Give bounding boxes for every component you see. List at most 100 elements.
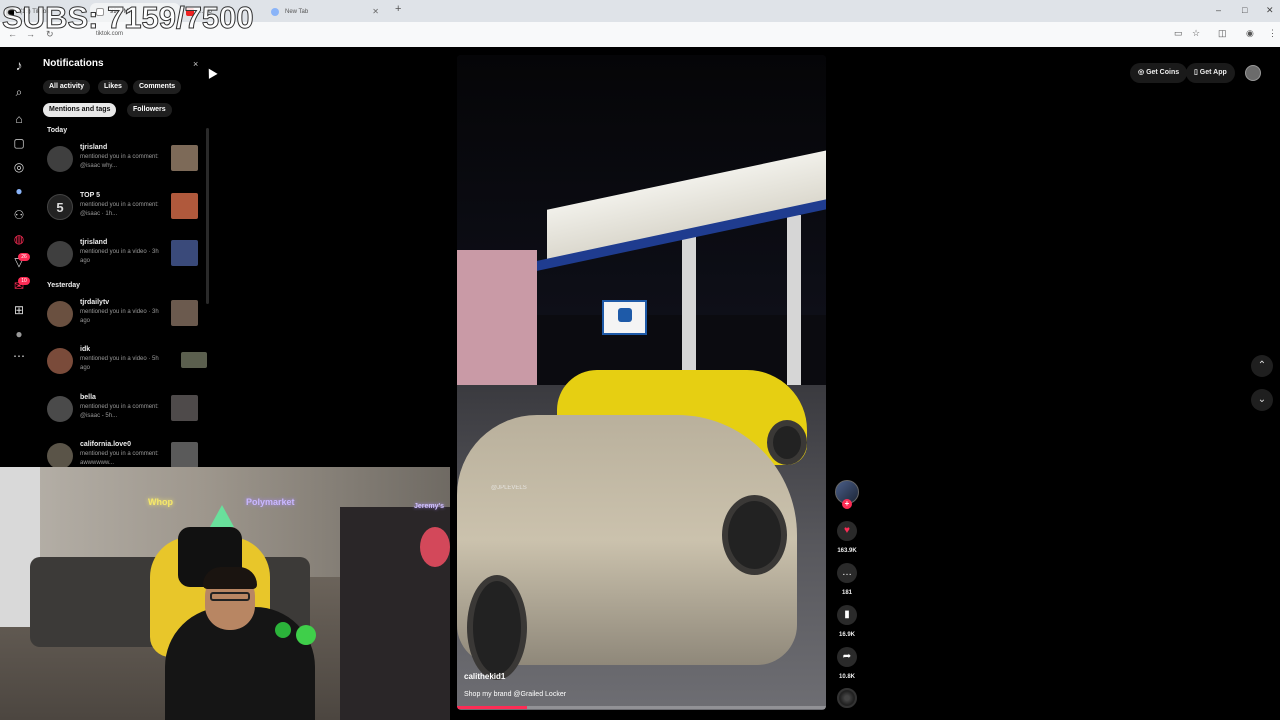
- webcam-neon-sign-far: Jeremy's: [414, 503, 445, 510]
- notifications-panel: Notifications × All activity Likes Comme…: [38, 47, 212, 467]
- new-tab-button[interactable]: +: [395, 3, 401, 15]
- bookmark-star-icon[interactable]: ☆: [1192, 28, 1200, 39]
- get-app-button[interactable]: ▯ Get App: [1186, 63, 1235, 83]
- video-chevron-sign: [602, 300, 647, 335]
- notification-thumbnail[interactable]: [171, 193, 198, 219]
- tiktok-logo-icon[interactable]: ♪: [10, 56, 28, 74]
- video-actions: + ♥ 163.9K … 181 ▮ 16.9K ➦ 10.8K: [832, 478, 862, 718]
- close-notifications-button[interactable]: ×: [193, 59, 198, 69]
- avatar: 5: [47, 194, 73, 220]
- notification-item[interactable]: tjrisland mentioned you in a video · 3h …: [47, 239, 199, 279]
- section-today: Today: [47, 127, 68, 134]
- save-count: 16.9K: [838, 632, 855, 638]
- notification-item[interactable]: california.love0 mentioned you in a comm…: [47, 441, 199, 467]
- more-icon[interactable]: ⋯: [10, 347, 28, 365]
- extensions-icon[interactable]: ◫: [1218, 28, 1227, 39]
- avatar: [47, 146, 73, 172]
- inbox-badge: 10: [18, 277, 30, 285]
- notification-text: mentioned you in a comment: @isaac why..…: [80, 154, 159, 169]
- comment-icon[interactable]: …: [837, 563, 857, 583]
- notifications-scrollbar[interactable]: [206, 128, 209, 304]
- notification-text: mentioned you in a video · 3h ago: [80, 309, 159, 324]
- video-wheel: [767, 420, 807, 465]
- notification-user: idk: [80, 346, 91, 353]
- avatar: [47, 348, 73, 374]
- like-icon[interactable]: ♥: [837, 521, 857, 541]
- webcam-balloon: [296, 625, 316, 645]
- video-author[interactable]: calithekid1: [464, 672, 505, 681]
- previous-video-button[interactable]: ⌃: [1251, 355, 1273, 377]
- tab-label: New Tab: [285, 9, 309, 15]
- notification-item[interactable]: 5 TOP 5 mentioned you in a comment: @isa…: [47, 192, 199, 232]
- video-caption[interactable]: Shop my brand @Grailed Locker: [464, 691, 566, 698]
- notification-text: mentioned you in a comment: @isaac - 5h.…: [80, 404, 159, 419]
- webcam-neon-sign-whop: Whop: [148, 497, 173, 507]
- notification-item[interactable]: tjrisland mentioned you in a comment: @i…: [47, 144, 199, 184]
- video-player[interactable]: @JPLEVELS calithekid1 Shop my brand @Gra…: [457, 55, 826, 710]
- filter-followers[interactable]: Followers: [127, 103, 172, 117]
- following-icon[interactable]: ⚇: [10, 206, 28, 224]
- filter-mentions-and-tags[interactable]: Mentions and tags: [43, 103, 117, 117]
- notification-item[interactable]: tjrdailytv mentioned you in a video · 3h…: [47, 299, 199, 339]
- notification-thumbnail[interactable]: [181, 352, 207, 368]
- profile-icon[interactable]: ●: [10, 325, 28, 343]
- section-yesterday: Yesterday: [47, 282, 81, 289]
- notification-item[interactable]: idk mentioned you in a video · 5h ago: [47, 346, 207, 386]
- video-progress-fill: [457, 706, 528, 709]
- subs-counter-overlay: SUBS: 7159/7500: [2, 0, 255, 36]
- avatar: [47, 443, 73, 467]
- like-count: 163.9K: [837, 548, 857, 554]
- account-icon[interactable]: ◉: [1246, 28, 1254, 39]
- notification-thumbnail[interactable]: [171, 442, 198, 467]
- webcam-balloon: [420, 527, 450, 567]
- close-tab-icon[interactable]: ✕: [372, 7, 379, 16]
- notification-user: TOP 5: [80, 192, 100, 199]
- get-coins-button[interactable]: ◎ Get Coins: [1130, 63, 1188, 83]
- friends-icon[interactable]: ◍: [10, 230, 28, 248]
- filter-all-activity[interactable]: All activity: [43, 80, 91, 94]
- webcam-balloon: [275, 622, 291, 638]
- bookmark-icon[interactable]: ▮: [837, 605, 857, 625]
- user-profile-avatar[interactable]: [1245, 65, 1261, 81]
- notification-thumbnail[interactable]: [171, 240, 198, 266]
- music-disc-icon[interactable]: [837, 688, 857, 708]
- maximize-button[interactable]: □: [1242, 5, 1247, 15]
- home-icon[interactable]: ⌂: [10, 110, 28, 128]
- minimize-button[interactable]: –: [1216, 5, 1221, 15]
- notification-item[interactable]: bella mentioned you in a comment: @isaac…: [47, 394, 199, 434]
- video-watermark: @JPLEVELS: [491, 485, 527, 491]
- explore-icon[interactable]: ◎: [10, 158, 28, 176]
- live-icon[interactable]: ●: [10, 182, 28, 200]
- shop-icon[interactable]: ▢: [10, 134, 28, 152]
- video-pillar: [787, 215, 801, 385]
- comment-count: 181: [841, 590, 852, 596]
- filter-comments[interactable]: Comments: [133, 80, 182, 94]
- next-video-button[interactable]: ⌄: [1251, 389, 1273, 411]
- video-pillar: [682, 235, 696, 385]
- notification-text: mentioned you in a comment: @isaac · 1h.…: [80, 202, 159, 217]
- upload-icon[interactable]: ⊞: [10, 301, 28, 319]
- get-app-label: Get App: [1199, 69, 1227, 76]
- follow-button[interactable]: +: [842, 499, 852, 509]
- notification-user: tjrdailytv: [80, 299, 110, 306]
- notification-thumbnail[interactable]: [171, 145, 198, 171]
- notification-thumbnail[interactable]: [171, 395, 198, 421]
- notification-text: mentioned you in a comment: awwwwww...: [80, 451, 159, 466]
- search-icon[interactable]: ⌕: [10, 83, 28, 101]
- install-icon[interactable]: ▭: [1174, 28, 1183, 39]
- share-count: 10.8K: [838, 674, 855, 680]
- video-building: [457, 250, 537, 400]
- get-coins-label: Get Coins: [1146, 69, 1180, 76]
- filter-likes[interactable]: Likes: [98, 80, 128, 94]
- webcam-neon-sign-polymarket: Polymarket: [246, 497, 295, 507]
- notification-user: tjrisland: [80, 144, 108, 151]
- video-progress-bar[interactable]: [457, 706, 826, 709]
- share-icon[interactable]: ➦: [837, 647, 857, 667]
- menu-icon[interactable]: ⋮: [1268, 28, 1277, 39]
- avatar: [47, 396, 73, 422]
- close-window-button[interactable]: ✕: [1266, 5, 1274, 16]
- browser-tab-newtab[interactable]: New Tab ✕: [265, 3, 385, 22]
- notification-text: mentioned you in a video · 3h ago: [80, 249, 159, 264]
- tiktok-icon-rail: ♪ ⌕ ⌂ ▢ ◎ ● ⚇ ◍ ▽ 26 ✉ 10 ⊞ ● ⋯: [0, 47, 38, 467]
- notification-thumbnail[interactable]: [171, 300, 198, 326]
